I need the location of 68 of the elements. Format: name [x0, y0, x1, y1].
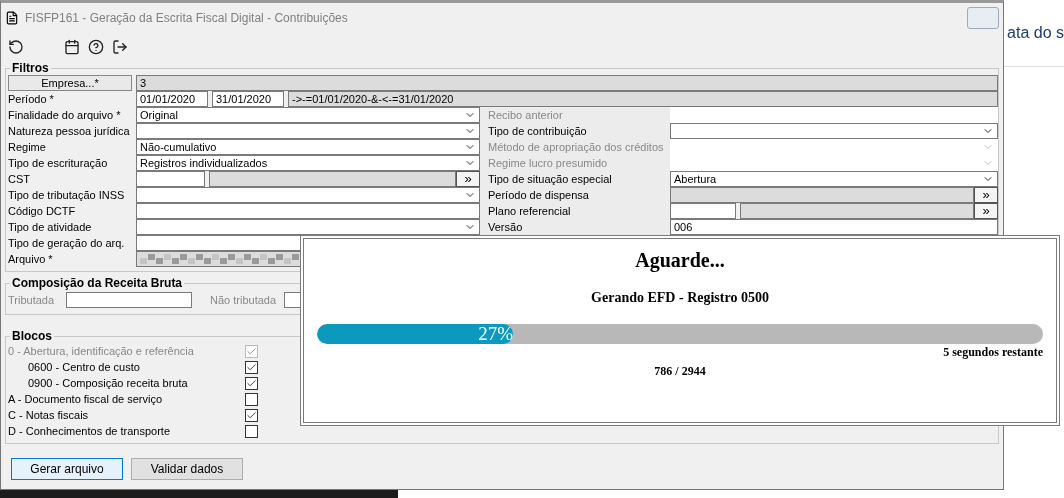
block-label: C - Notas fiscais [8, 409, 90, 421]
progress-count: 786 / 2944 [654, 364, 706, 379]
code-field[interactable] [670, 203, 736, 219]
field-label: Período de dispensa [480, 187, 670, 203]
text-field[interactable] [136, 203, 480, 219]
field-label: Tipo de situação especial [480, 171, 670, 187]
code-field[interactable] [136, 171, 205, 187]
refresh-icon[interactable] [7, 38, 25, 56]
field-label: Regime lucro presumido [480, 155, 670, 171]
background-text: ata do s [1006, 24, 1064, 43]
field-label: Código DCTF [7, 204, 77, 219]
dialog-title: Aguarde... [635, 249, 725, 272]
field-label: Método de apropriação dos créditos [480, 139, 670, 155]
dropdown[interactable]: Original [136, 107, 480, 123]
lookup-button[interactable]: » [974, 187, 999, 203]
date-field[interactable]: 01/01/2020 [136, 91, 208, 107]
block-label: D - Conhecimentos de transporte [8, 425, 172, 437]
field-label: Tipo de tributação INSS [7, 188, 126, 203]
exit-icon[interactable] [111, 38, 129, 56]
action-button[interactable]: Gerar arquivo [11, 458, 123, 480]
checkbox[interactable] [245, 392, 258, 406]
field-label: Arquivo * [7, 252, 54, 267]
dropdown[interactable]: Não-cumulativo [136, 139, 480, 155]
group-title: Blocos [11, 329, 53, 343]
field-label: Período * [7, 92, 55, 107]
company-field: 3 [136, 75, 999, 91]
lookup-button[interactable]: » [456, 171, 480, 187]
dropdown[interactable] [136, 187, 480, 203]
field-label: Tipo de geração do arq. [7, 236, 126, 251]
document-icon [5, 11, 19, 25]
block-label: 0900 - Composição receita bruta [28, 377, 189, 389]
field-label: Versão [480, 219, 670, 235]
text-field[interactable]: 006 [670, 219, 999, 235]
calendar-icon[interactable] [63, 38, 81, 56]
block-label: A - Documento fiscal de serviço [8, 393, 164, 405]
block-label: 0 - Abertura, identificação e referência [8, 345, 195, 357]
date-field[interactable]: 31/01/2020 [212, 91, 284, 107]
field-label: CST [7, 172, 31, 187]
action-button[interactable]: Validar dados [131, 458, 243, 480]
company-button[interactable]: Empresa...* [8, 75, 132, 91]
field-label: Plano referencial [480, 203, 670, 219]
dropdown[interactable] [136, 219, 480, 235]
dropdown[interactable]: Abertura [670, 171, 999, 187]
group-title: Filtros [11, 61, 50, 75]
field-label: Tipo de contribuição [480, 123, 670, 139]
dropdown[interactable] [670, 123, 999, 139]
lookup-button[interactable]: » [974, 203, 999, 219]
field-label: Não tributada [209, 293, 278, 308]
period-expression: ->-=01/01/2020-&-<-=31/01/2020 [288, 91, 999, 107]
dropdown[interactable]: Registros individualizados [136, 155, 480, 171]
block-label: 0600 - Centro de custo [28, 361, 141, 373]
window-title: FISFP161 - Geração da Escrita Fiscal Digital - Contribuições [25, 11, 348, 25]
dropdown[interactable] [136, 123, 480, 139]
field-label: Tipo de escrituração [7, 156, 109, 171]
field-label: Regime [7, 140, 47, 155]
checkbox[interactable] [245, 424, 258, 438]
remaining-time: 5 segundos restante [943, 345, 1043, 360]
field-label: Natureza pessoa jurídica [7, 124, 131, 139]
field-label: Tipo de atividade [7, 220, 93, 235]
field-label: Finalidade do arquivo * [7, 108, 122, 123]
amount-field[interactable] [66, 292, 192, 308]
field-label: Tributada [7, 293, 56, 308]
progress-label: 27% [478, 324, 513, 344]
group-title: Composição da Receita Bruta [11, 276, 184, 290]
help-icon[interactable] [87, 38, 105, 56]
field-label: Recibo anterior [480, 107, 670, 123]
dialog-message: Gerando EFD - Registro 0500 [591, 290, 769, 306]
checkbox[interactable] [245, 408, 258, 422]
